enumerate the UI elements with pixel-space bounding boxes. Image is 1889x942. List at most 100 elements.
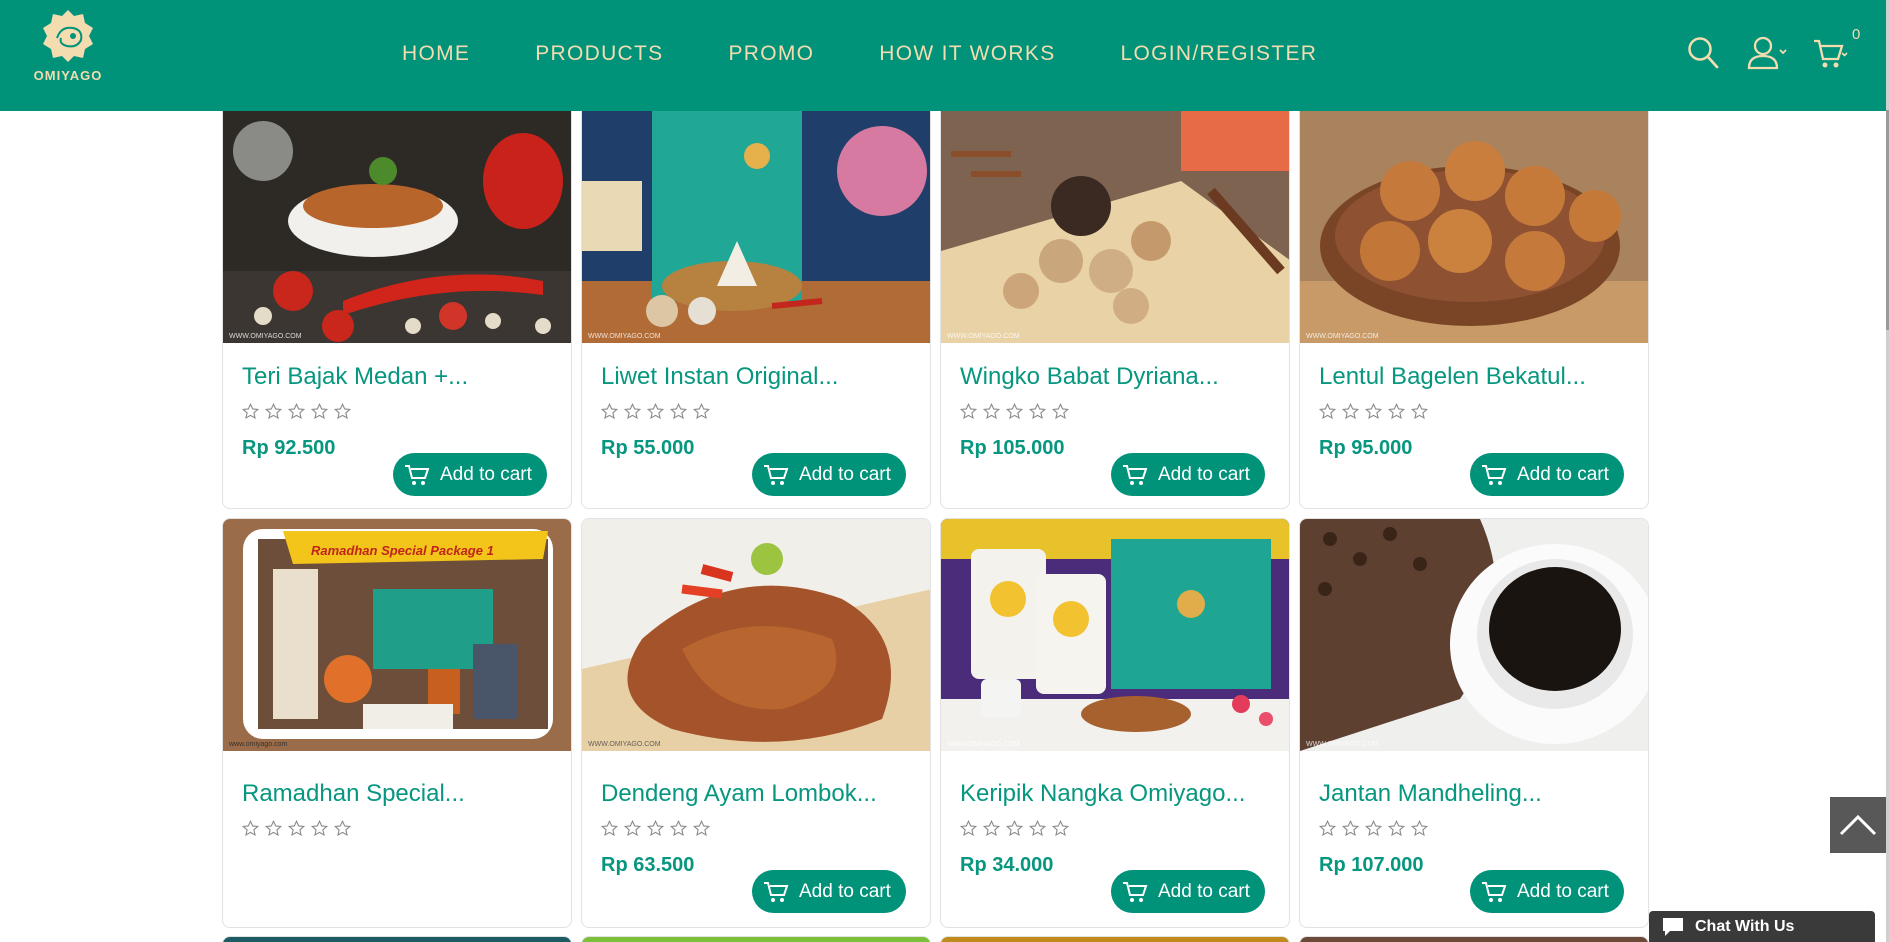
- star-icon: [1388, 403, 1405, 420]
- nav-login-register[interactable]: LOGIN/REGISTER: [1121, 42, 1318, 66]
- star-icon: [647, 403, 664, 420]
- cart-count-badge: 0: [1852, 26, 1861, 43]
- star-icon: [1029, 820, 1046, 837]
- product-image[interactable]: WWW.OMIYAGO.COM: [941, 111, 1289, 343]
- product-name[interactable]: Keripik Nangka Omiyago...: [960, 780, 1245, 808]
- star-icon: [1342, 820, 1359, 837]
- image-watermark: WWW.OMIYAGO.COM: [588, 741, 661, 748]
- star-icon: [960, 403, 977, 420]
- product-name[interactable]: Ramadhan Special...: [242, 780, 465, 808]
- add-to-cart-button[interactable]: Add to cart: [1111, 870, 1265, 913]
- product-card[interactable]: [940, 936, 1290, 942]
- star-icon: [334, 820, 351, 837]
- rating-stars: [960, 403, 1069, 420]
- add-to-cart-button[interactable]: Add to cart: [393, 453, 547, 496]
- star-icon: [693, 403, 710, 420]
- star-icon: [601, 820, 618, 837]
- star-icon: [1365, 403, 1382, 420]
- omiyago-logo[interactable]: OMIYAGO: [27, 8, 109, 88]
- star-icon: [1411, 403, 1428, 420]
- product-image[interactable]: WWW.OMIYAGO.COM: [582, 111, 930, 343]
- star-icon: [693, 820, 710, 837]
- product-card[interactable]: WWW.OMIYAGO.COM Keripik Nangka Omiyago..…: [940, 518, 1290, 928]
- product-card[interactable]: Ramadhan Special Package 1 www.omiyago.c…: [222, 518, 572, 928]
- user-icon[interactable]: [1747, 36, 1787, 70]
- cart-icon: [1482, 881, 1507, 902]
- add-to-cart-label: Add to cart: [1158, 463, 1250, 485]
- product-card[interactable]: WWW.OMIYAGO.COM Liwet Instan Original...…: [581, 80, 931, 509]
- product-card[interactable]: WWW.OMIYAGO.COM Wingko Babat Dyriana... …: [940, 80, 1290, 509]
- cart-icon: [405, 464, 430, 485]
- rating-stars: [242, 403, 351, 420]
- main-nav: HOME PRODUCTS PROMO HOW IT WORKS LOGIN/R…: [402, 42, 1317, 66]
- add-to-cart-button[interactable]: Add to cart: [1111, 453, 1265, 496]
- product-name[interactable]: Dendeng Ayam Lombok...: [601, 780, 877, 808]
- product-image[interactable]: [941, 937, 1289, 942]
- product-card[interactable]: WWW.OMIYAGO.COM Dendeng Ayam Lombok... R…: [581, 518, 931, 928]
- product-image[interactable]: [582, 937, 930, 942]
- add-to-cart-label: Add to cart: [440, 463, 532, 485]
- nav-promo[interactable]: PROMO: [728, 42, 814, 66]
- star-icon: [670, 403, 687, 420]
- product-name[interactable]: Teri Bajak Medan +...: [242, 363, 468, 391]
- star-icon: [983, 820, 1000, 837]
- nav-how-it-works[interactable]: HOW IT WORKS: [879, 42, 1055, 66]
- star-icon: [1365, 820, 1382, 837]
- product-card[interactable]: [1299, 936, 1649, 942]
- star-icon: [601, 403, 618, 420]
- product-card[interactable]: WWW.OMIYAGO.COM Teri Bajak Medan +... Rp…: [222, 80, 572, 509]
- star-icon: [334, 403, 351, 420]
- cart-icon: [1123, 881, 1148, 902]
- cart-icon: [1123, 464, 1148, 485]
- star-icon: [311, 820, 328, 837]
- add-to-cart-button[interactable]: Add to cart: [1470, 453, 1624, 496]
- star-icon: [242, 403, 259, 420]
- product-name[interactable]: Wingko Babat Dyriana...: [960, 363, 1219, 391]
- image-watermark: WWW.OMIYAGO.COM: [947, 741, 1020, 748]
- product-image[interactable]: WWW.OMIYAGO.COM: [941, 519, 1289, 751]
- product-image[interactable]: [1300, 937, 1648, 942]
- product-card[interactable]: [222, 936, 572, 942]
- star-icon: [1342, 403, 1359, 420]
- product-image[interactable]: WWW.OMIYAGO.COM: [223, 111, 571, 343]
- page: WWW.OMIYAGO.COM Teri Bajak Medan +... Rp…: [0, 0, 1889, 942]
- product-name[interactable]: Liwet Instan Original...: [601, 363, 838, 391]
- nav-products[interactable]: PRODUCTS: [535, 42, 663, 66]
- chat-widget-button[interactable]: Chat With Us: [1649, 911, 1875, 942]
- product-image[interactable]: WWW.OMIYAGO.COM: [582, 519, 930, 751]
- product-name[interactable]: Lentul Bagelen Bekatul...: [1319, 363, 1586, 391]
- star-icon: [1411, 820, 1428, 837]
- star-icon: [983, 403, 1000, 420]
- add-to-cart-button[interactable]: Add to cart: [752, 870, 906, 913]
- search-icon[interactable]: [1687, 36, 1719, 70]
- image-banner: Ramadhan Special Package 1: [311, 543, 494, 558]
- product-image[interactable]: Ramadhan Special Package 1 www.omiyago.c…: [223, 519, 571, 751]
- add-to-cart-label: Add to cart: [799, 880, 891, 902]
- add-to-cart-label: Add to cart: [1158, 880, 1250, 902]
- back-to-top-button[interactable]: [1830, 797, 1886, 853]
- product-card[interactable]: [581, 936, 931, 942]
- product-image[interactable]: WWW.OMIYAGO.COM: [1300, 111, 1648, 343]
- product-card[interactable]: WWW.OMIYAGO.COM Jantan Mandheling... Rp …: [1299, 518, 1649, 928]
- product-card[interactable]: WWW.OMIYAGO.COM Lentul Bagelen Bekatul..…: [1299, 80, 1649, 509]
- cart-icon: [1482, 464, 1507, 485]
- product-name[interactable]: Jantan Mandheling...: [1319, 780, 1542, 808]
- rating-stars: [601, 820, 710, 837]
- cart-icon[interactable]: [1812, 36, 1848, 70]
- add-to-cart-button[interactable]: Add to cart: [1470, 870, 1624, 913]
- product-image[interactable]: WWW.OMIYAGO.COM: [1300, 519, 1648, 751]
- rating-stars: [242, 820, 351, 837]
- star-icon: [311, 403, 328, 420]
- product-price: Rp 107.000: [1319, 854, 1424, 876]
- star-icon: [624, 820, 641, 837]
- star-icon: [960, 820, 977, 837]
- image-watermark: WWW.OMIYAGO.COM: [947, 333, 1020, 340]
- star-icon: [288, 820, 305, 837]
- nav-home[interactable]: HOME: [402, 42, 470, 66]
- cart-icon: [764, 881, 789, 902]
- cart-icon: [764, 464, 789, 485]
- add-to-cart-label: Add to cart: [799, 463, 891, 485]
- product-image[interactable]: [223, 937, 571, 942]
- add-to-cart-button[interactable]: Add to cart: [752, 453, 906, 496]
- star-icon: [1052, 820, 1069, 837]
